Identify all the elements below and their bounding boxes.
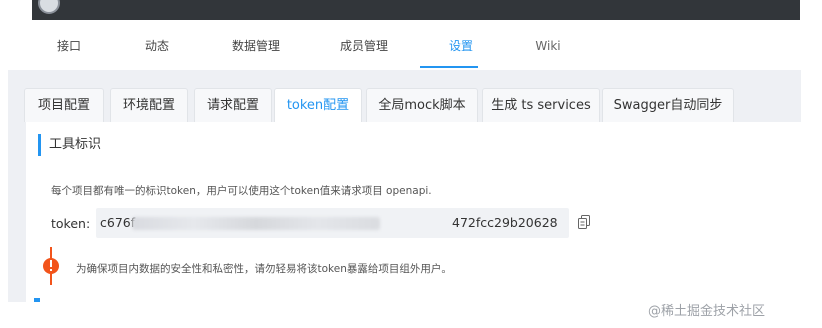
nav-item-data[interactable]: 数据管理 [232, 37, 280, 57]
tab-token-config[interactable]: token配置 [274, 88, 362, 123]
project-nav: 接口 动态 数据管理 成员管理 设置 Wiki [32, 20, 800, 70]
nav-item-activity[interactable]: 动态 [144, 37, 170, 57]
nav-active-indicator [420, 66, 478, 68]
nav-item-interface[interactable]: 接口 [56, 37, 82, 57]
token-value-end: 472fcc29b20628 [452, 215, 558, 230]
section-title: 工具标识 [38, 134, 101, 156]
token-value-start: c676f [100, 215, 136, 230]
token-redacted-blur [132, 217, 380, 230]
watermark: @稀土掘金技术社区 [648, 304, 766, 319]
security-warning: 为确保项目内数据的安全性和私密性，请勿轻易将该token暴露给项目组外用户。 [76, 263, 452, 275]
top-header-bar [32, 0, 800, 20]
app-logo[interactable] [38, 0, 60, 14]
tab-global-mock[interactable]: 全局mock脚本 [366, 88, 478, 122]
exclamation-icon [43, 247, 59, 285]
tab-env-config[interactable]: 环境配置 [110, 88, 188, 122]
nav-item-members[interactable]: 成员管理 [340, 37, 388, 57]
section-marker [34, 298, 40, 302]
nav-item-wiki[interactable]: Wiki [535, 37, 561, 57]
tab-swagger-sync[interactable]: Swagger自动同步 [602, 88, 734, 122]
copy-icon[interactable] [578, 215, 590, 229]
token-label: token: [51, 216, 91, 231]
tab-project-config[interactable]: 项目配置 [24, 88, 104, 122]
nav-item-settings[interactable]: 设置 [446, 37, 476, 57]
token-description: 每个项目都有唯一的标识token，用户可以使用这个token值来请求项目 ope… [51, 185, 432, 197]
tab-request-config[interactable]: 请求配置 [194, 88, 272, 122]
tab-ts-services[interactable]: 生成 ts services [482, 88, 600, 122]
